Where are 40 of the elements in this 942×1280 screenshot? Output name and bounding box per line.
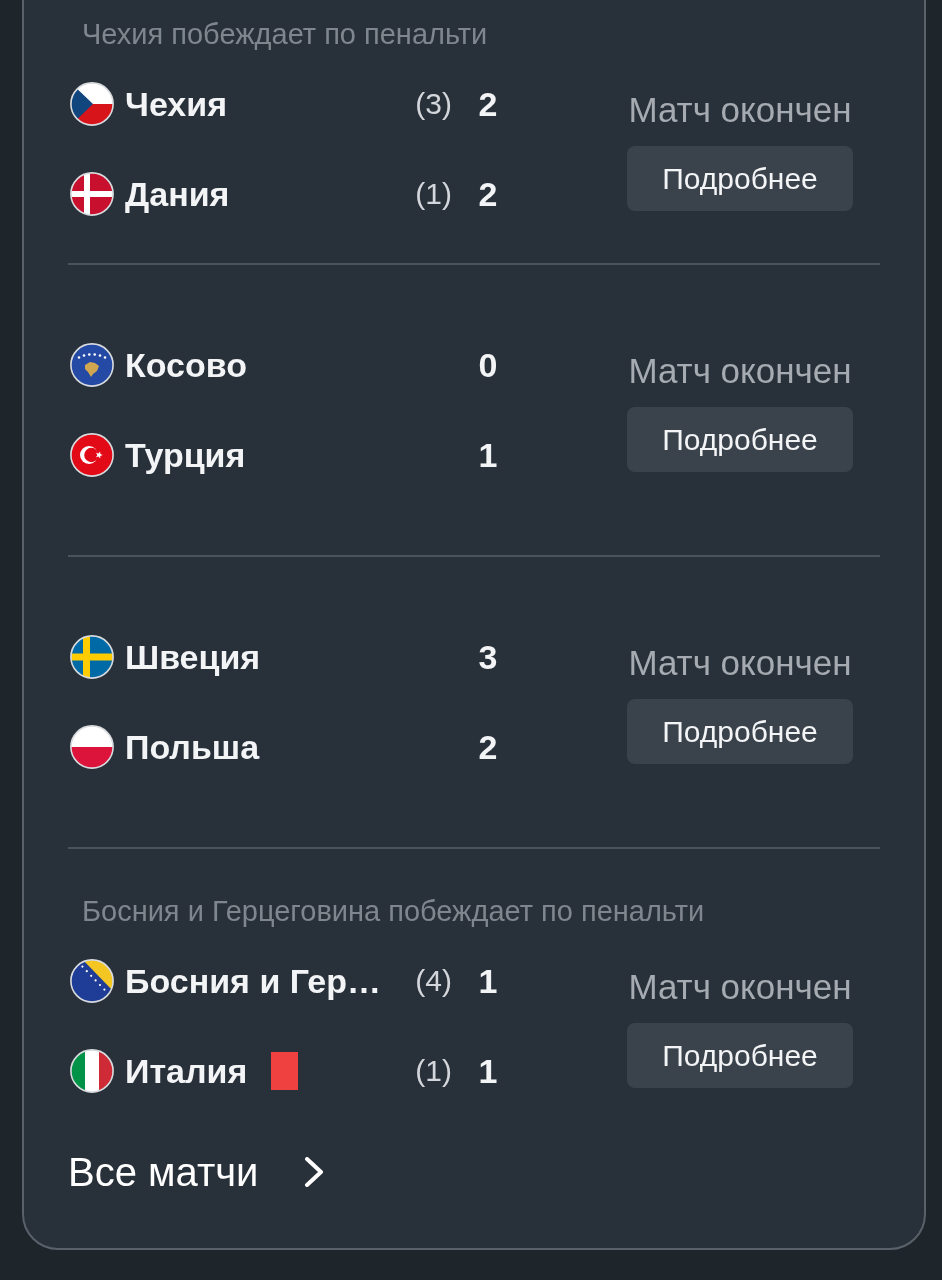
penalty-score: (1) [414,176,452,212]
polish-flag-icon [70,725,114,769]
match-note: Чехия побеждает по пенальти [81,17,489,52]
details-button[interactable]: Подробнее [627,1023,853,1088]
team-score: 3 [477,637,499,678]
team-name: Чехия [125,84,227,125]
team-score: 2 [477,174,499,215]
team-name: Швеция [125,637,261,678]
all-matches-link[interactable]: Все матчи [68,1150,325,1194]
match-status: Матч окончен [628,89,852,131]
penalty-score: (4) [414,963,452,999]
team-score: 1 [477,961,499,1002]
penalty-score: (3) [414,86,452,122]
czech-flag-icon [70,82,114,126]
swedish-flag-icon [70,635,114,679]
chevron-right-icon [304,1157,325,1187]
team-name: Босния и Гер… [125,961,381,1002]
team-name: Турция [125,435,246,476]
bosnian-flag-icon [70,959,114,1003]
team-name: Польша [125,727,260,768]
details-button[interactable]: Подробнее [627,699,853,764]
match-note: Босния и Герцеговина побеждает по пенальти [81,894,706,929]
team-name: Дания [125,174,230,215]
details-button[interactable]: Подробнее [627,146,853,211]
penalty-score: (1) [414,1053,452,1089]
team-score: 1 [477,1051,499,1092]
match-status: Матч окончен [628,350,852,392]
match-status: Матч окончен [628,642,852,684]
team-score: 0 [477,345,499,386]
team-score: 2 [477,727,499,768]
italian-flag-icon [70,1049,114,1093]
team-name: Италия [125,1051,248,1092]
team-score: 2 [477,84,499,125]
match-status: Матч окончен [628,966,852,1008]
team-name: Косово [125,345,247,386]
danish-flag-icon [70,172,114,216]
turkish-flag-icon [70,433,114,477]
team-score: 1 [477,435,499,476]
details-button[interactable]: Подробнее [627,407,853,472]
kosovo-flag-icon [70,343,114,387]
